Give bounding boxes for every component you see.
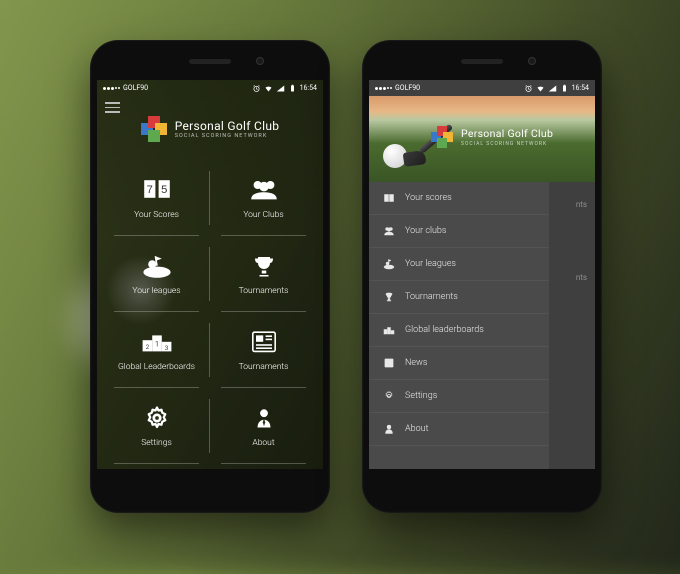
scores-icon: 75 (141, 176, 173, 204)
grid-item-news[interactable]: Tournaments (210, 312, 317, 388)
phone-speaker (461, 59, 503, 64)
app-tagline: SOCIAL SCORING NETWORK (461, 141, 553, 147)
clubs-icon (248, 176, 280, 204)
drawer-label: Your clubs (405, 226, 446, 236)
news-icon (383, 357, 395, 369)
grid-label: About (252, 438, 274, 448)
leagues-icon (383, 258, 395, 270)
fragment-text: nts (576, 200, 587, 209)
alarm-icon (524, 84, 533, 93)
clock-label: 16:54 (300, 84, 317, 92)
svg-text:2: 2 (145, 343, 149, 351)
app-logo-icon (141, 116, 167, 142)
app-title: Personal Golf Club (175, 119, 280, 133)
app-tagline: SOCIAL SCORING NETWORK (175, 133, 280, 139)
menu-button[interactable] (105, 102, 120, 113)
gear-icon (141, 404, 173, 432)
fragment-text: nts (576, 273, 587, 282)
gear-icon (383, 390, 395, 402)
home-grid: 75 Your Scores Your Clubs Your leagues T… (97, 160, 323, 464)
screen-home: GOLF90 16:54 Personal Golf Club SOCIAL S… (97, 80, 323, 469)
svg-text:7: 7 (146, 184, 152, 196)
drawer-item-leaderboards[interactable]: Global leaderboards (369, 314, 549, 347)
podium-icon: 12 3 (141, 328, 173, 356)
carrier-label: GOLF90 (123, 84, 148, 92)
drawer-item-about[interactable]: About (369, 413, 549, 446)
scores-icon (383, 192, 395, 204)
drawer-item-news[interactable]: News (369, 347, 549, 380)
clubs-icon (383, 225, 395, 237)
grid-item-settings[interactable]: Settings (103, 388, 210, 464)
status-bar: GOLF90 16:54 (369, 80, 595, 96)
svg-text:3: 3 (164, 344, 168, 352)
person-icon (383, 423, 395, 435)
app-title: Personal Golf Club (461, 127, 553, 141)
podium-icon (383, 324, 395, 336)
phone-camera (528, 57, 536, 65)
phone-mockup-home: GOLF90 16:54 Personal Golf Club SOCIAL S… (90, 40, 330, 513)
grid-label: Your Scores (134, 210, 179, 220)
clock-label: 16:54 (572, 84, 589, 92)
app-logo-icon (431, 126, 453, 148)
grid-item-tournaments[interactable]: Tournaments (210, 236, 317, 312)
drawer-item-your-clubs[interactable]: Your clubs (369, 215, 549, 248)
grid-item-your-clubs[interactable]: Your Clubs (210, 160, 317, 236)
drawer-item-your-scores[interactable]: Your scores (369, 182, 549, 215)
grid-label: Your leagues (132, 286, 180, 296)
drawer-label: Global leaderboards (405, 325, 484, 335)
drawer-label: Settings (405, 391, 437, 401)
alarm-icon (252, 84, 261, 93)
app-brand: Personal Golf Club SOCIAL SCORING NETWOR… (97, 116, 323, 142)
drawer-hero: Personal Golf Club SOCIAL SCORING NETWOR… (369, 96, 595, 182)
grid-label: Global Leaderboards (118, 362, 195, 372)
trophy-icon (248, 252, 280, 280)
trophy-icon (383, 291, 395, 303)
cell-icon (548, 84, 557, 93)
drawer-label: News (405, 358, 427, 368)
battery-icon (560, 84, 569, 93)
grid-label: Settings (141, 438, 172, 448)
signal-dots-icon (375, 87, 392, 90)
obscured-grid-fragments: nts nts (576, 200, 587, 282)
grid-label: Tournaments (239, 286, 289, 296)
signal-dots-icon (103, 87, 120, 90)
svg-text:1: 1 (154, 340, 158, 349)
news-icon (248, 328, 280, 356)
grid-item-leaderboards[interactable]: 12 3 Global Leaderboards (103, 312, 210, 388)
person-icon (248, 404, 280, 432)
phone-camera (256, 57, 264, 65)
nav-drawer: Your scores Your clubs Your leagues Tour… (369, 182, 549, 469)
drawer-label: Tournaments (405, 292, 458, 302)
grid-label: Tournaments (239, 362, 289, 372)
app-brand: Personal Golf Club SOCIAL SCORING NETWOR… (431, 126, 553, 148)
drawer-item-your-leagues[interactable]: Your leagues (369, 248, 549, 281)
drawer-label: Your leagues (405, 259, 456, 269)
grid-item-about[interactable]: About (210, 388, 317, 464)
grid-item-your-scores[interactable]: 75 Your Scores (103, 160, 210, 236)
battery-icon (288, 84, 297, 93)
drawer-label: About (405, 424, 429, 434)
phone-speaker (189, 59, 231, 64)
phone-mockup-drawer: GOLF90 16:54 Personal Golf Club SOCIAL (362, 40, 602, 513)
drawer-item-settings[interactable]: Settings (369, 380, 549, 413)
leagues-icon (141, 252, 173, 280)
screen-drawer: GOLF90 16:54 Personal Golf Club SOCIAL (369, 80, 595, 469)
grid-label: Your Clubs (243, 210, 283, 220)
drawer-label: Your scores (405, 193, 452, 203)
wifi-icon (536, 84, 545, 93)
status-bar: GOLF90 16:54 (97, 80, 323, 96)
carrier-label: GOLF90 (395, 84, 420, 92)
drawer-item-tournaments[interactable]: Tournaments (369, 281, 549, 314)
grid-item-your-leagues[interactable]: Your leagues (103, 236, 210, 312)
svg-text:5: 5 (161, 184, 167, 196)
cell-icon (276, 84, 285, 93)
wifi-icon (264, 84, 273, 93)
